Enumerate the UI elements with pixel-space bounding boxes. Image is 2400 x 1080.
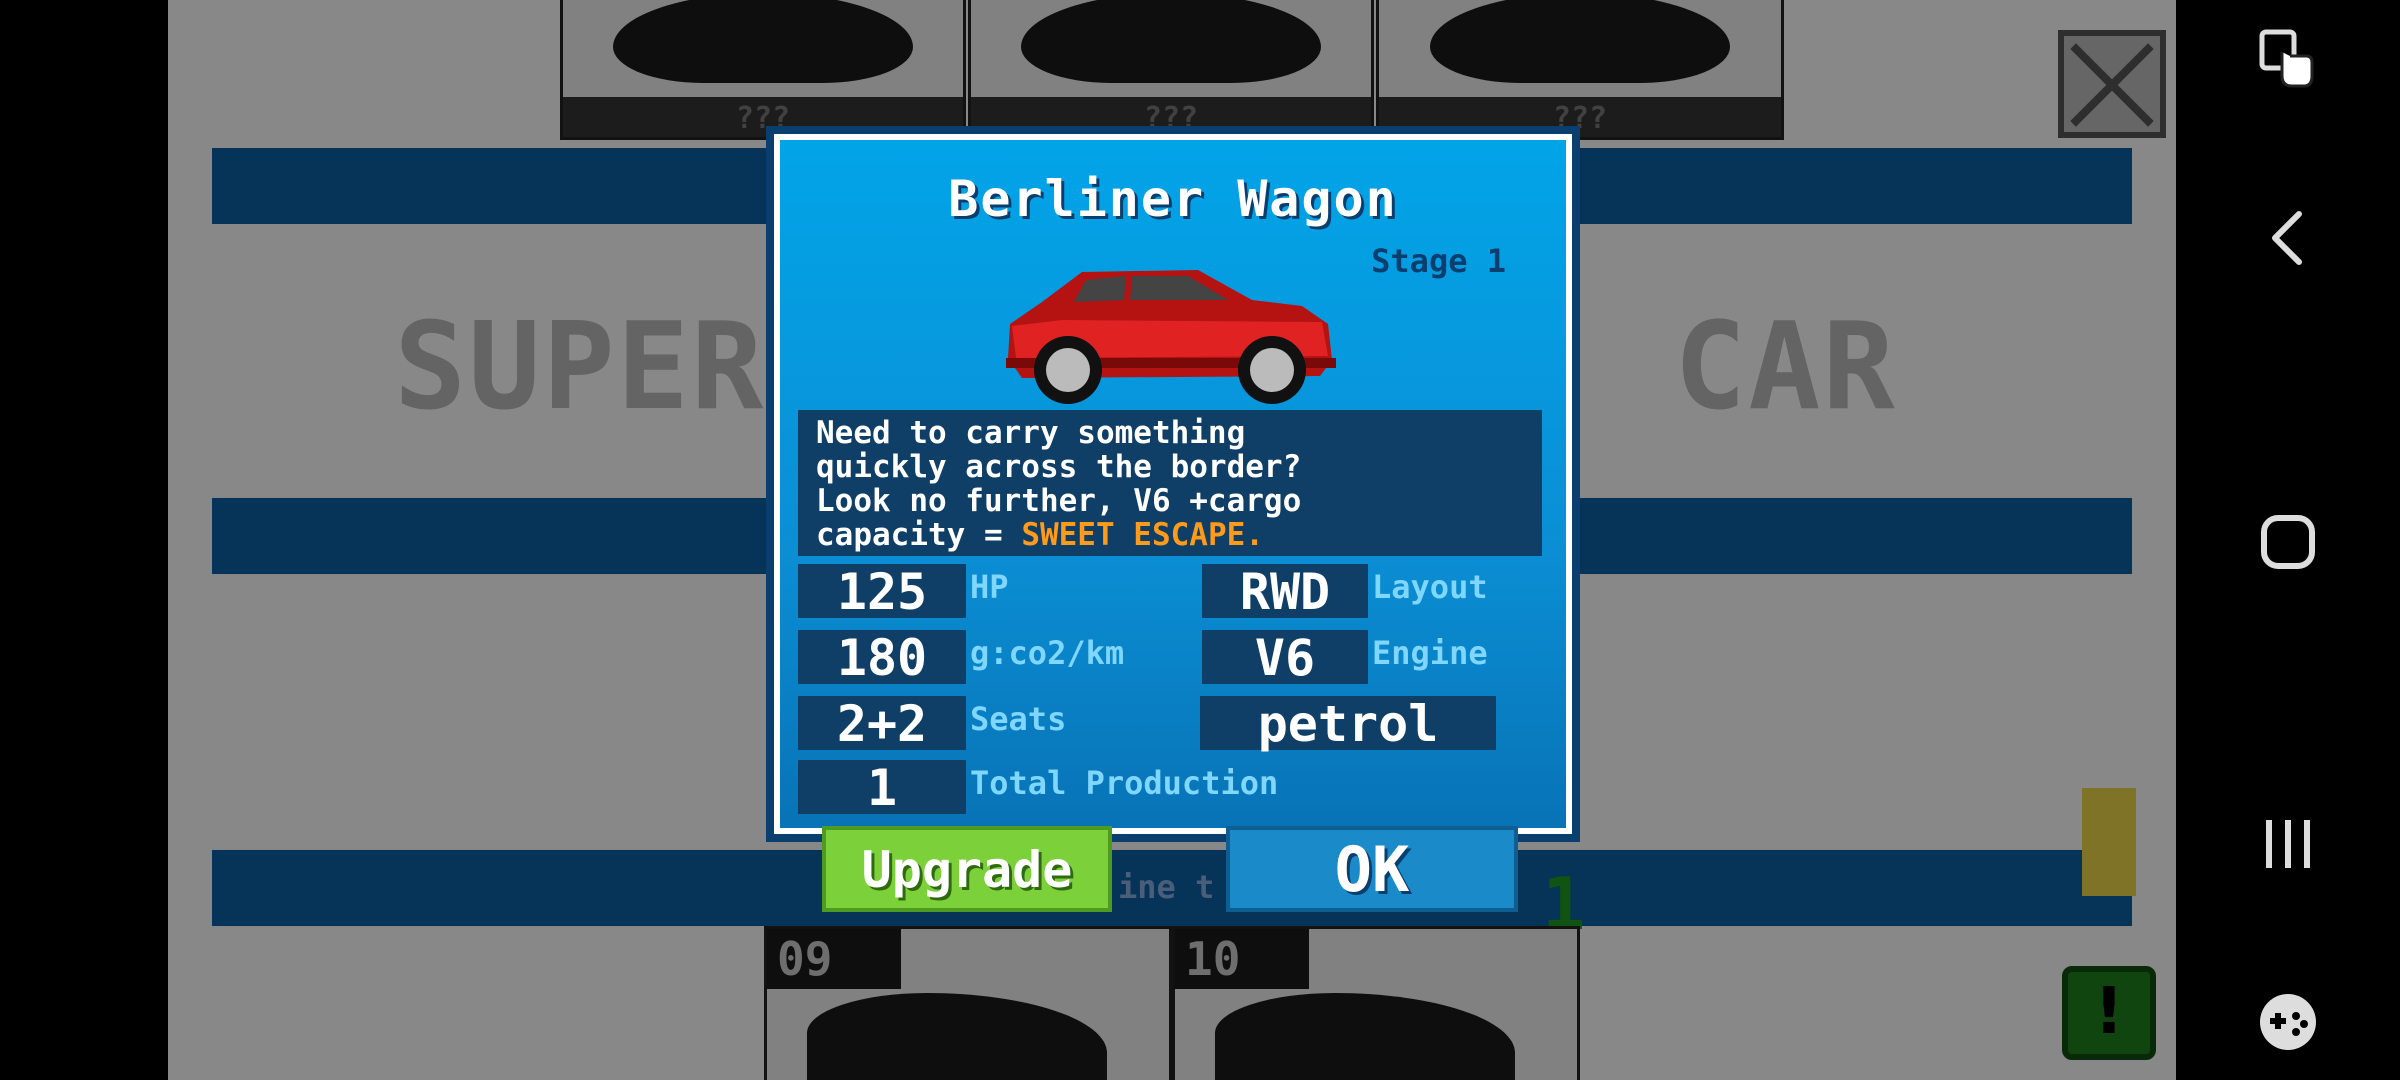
back-icon[interactable]: [2250, 200, 2326, 276]
production-value: 1: [798, 760, 966, 816]
hp-label: HP: [970, 568, 1009, 606]
dialog-panel: Berliner Wagon Stage 1 Need to carry som…: [774, 134, 1572, 834]
desc-line: Look no further, V6 +cargo: [816, 483, 1302, 519]
fuel-value: petrol: [1200, 696, 1496, 752]
car-image: [1006, 270, 1336, 404]
car-rim: [1250, 348, 1294, 392]
seats-label: Seats: [970, 700, 1067, 738]
stage-label: Stage 1: [1371, 242, 1506, 280]
car-rim: [1046, 348, 1090, 392]
seats-value: 2+2: [798, 696, 966, 752]
car-description: Need to carry something quickly across t…: [798, 410, 1542, 556]
hp-value: 125: [798, 564, 966, 620]
accessibility-touch-icon[interactable]: [2250, 20, 2326, 96]
car-info-dialog: Berliner Wagon Stage 1 Need to carry som…: [766, 126, 1580, 842]
engine-label: Engine: [1372, 634, 1488, 672]
ok-button[interactable]: OK: [1226, 826, 1518, 912]
system-navigation-bar: [2176, 0, 2400, 1080]
emissions-value: 180: [798, 630, 966, 686]
layout-label: Layout: [1372, 568, 1488, 606]
emissions-label: g:co2/km: [970, 634, 1125, 672]
car-name: Berliner Wagon: [948, 170, 1398, 228]
desc-line: capacity =: [816, 517, 1022, 553]
recents-icon[interactable]: [2250, 806, 2326, 882]
upgrade-button[interactable]: Upgrade: [822, 826, 1112, 912]
game-launcher-icon[interactable]: [2250, 984, 2326, 1060]
desc-highlight: SWEET ESCAPE.: [1021, 517, 1264, 553]
home-icon[interactable]: [2250, 504, 2326, 580]
production-label: Total Production: [970, 764, 1279, 802]
desc-line: Need to carry something: [816, 415, 1246, 451]
layout-value: RWD: [1202, 564, 1368, 620]
desc-line: quickly across the border?: [816, 449, 1302, 485]
engine-value: V6: [1202, 630, 1368, 686]
